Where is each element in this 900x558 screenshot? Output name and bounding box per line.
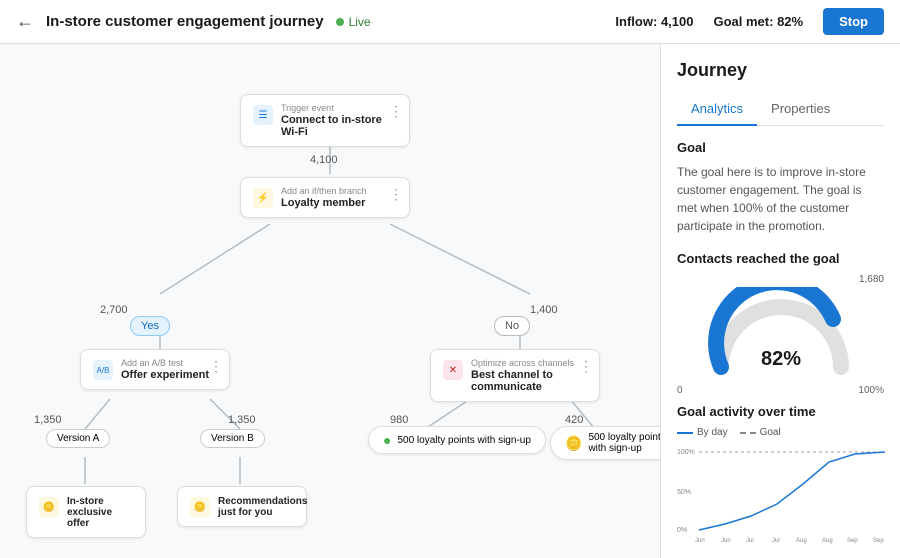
trigger-node[interactable]: ☰ Trigger event Connect to in-store Wi-F… xyxy=(240,94,410,147)
goal-line-icon xyxy=(740,432,756,434)
yes-badge: Yes xyxy=(130,316,170,336)
action-node-2[interactable]: 🪙 500 loyalty points with sign-up xyxy=(550,426,660,460)
optimize-content: Optimize across channels Best channel to… xyxy=(471,358,587,393)
goal-stat: Goal met: 82% xyxy=(713,14,803,29)
offer1-node[interactable]: 🪙 In-store exclusive offer xyxy=(26,486,146,538)
version-a-badge: Version A xyxy=(46,429,110,448)
by-day-line-icon xyxy=(677,432,693,434)
optimize-icon: ✕ xyxy=(443,360,463,380)
action1-label: 500 loyalty points with sign-up xyxy=(397,435,530,446)
optimize-node[interactable]: ✕ Optimize across channels Best channel … xyxy=(430,349,600,402)
activity-chart-svg: 100% 50% 0% Jun 15 Jun 30 Jul 15 Jul 30 xyxy=(677,444,885,544)
action1-count: 980 xyxy=(390,414,408,426)
svg-text:50%: 50% xyxy=(677,489,691,496)
ab-test-content: Add an A/B test Offer experiment xyxy=(121,358,209,381)
ab-test-node[interactable]: A/B Add an A/B test Offer experiment ⋮ xyxy=(80,349,230,390)
main-content: ☰ Trigger event Connect to in-store Wi-F… xyxy=(0,44,900,558)
version-b-badge: Version B xyxy=(200,429,265,448)
live-dot-icon xyxy=(336,18,344,26)
activity-chart-section: Goal activity over time By day Goal 100%… xyxy=(677,404,884,549)
branch-content: Add an if/then branch Loyalty member xyxy=(281,186,367,209)
action1-icon: ● xyxy=(383,432,391,448)
goal-text: The goal here is to improve in-store cus… xyxy=(677,163,884,235)
trigger-icon: ☰ xyxy=(253,105,273,125)
trigger-content: Trigger event Connect to in-store Wi-Fi xyxy=(281,103,397,138)
offer1-icon: 🪙 xyxy=(39,497,59,517)
branch-node[interactable]: ⚡ Add an if/then branch Loyalty member ⋮ xyxy=(240,177,410,218)
no-count: 1,400 xyxy=(530,304,558,316)
ab-test-icon: A/B xyxy=(93,360,113,380)
goal-title: Goal xyxy=(677,140,884,155)
legend-goal: Goal xyxy=(740,427,781,438)
live-badge: Live xyxy=(336,15,371,29)
gauge-side-labels: 0 100% xyxy=(677,385,884,396)
gauge-top-label: 1,680 xyxy=(677,274,884,285)
action2-label: 500 loyalty points with sign-up xyxy=(588,432,660,454)
svg-text:100%: 100% xyxy=(677,449,695,456)
journey-flow: ☰ Trigger event Connect to in-store Wi-F… xyxy=(20,64,660,558)
header: ← In-store customer engagement journey L… xyxy=(0,0,900,44)
yes-count: 2,700 xyxy=(100,304,128,316)
version-b-count: 1,350 xyxy=(228,414,256,426)
stop-button[interactable]: Stop xyxy=(823,8,884,35)
optimize-menu-icon[interactable]: ⋮ xyxy=(579,358,593,375)
action2-icon: 🪙 xyxy=(565,435,582,452)
contacts-title: Contacts reached the goal xyxy=(677,251,884,266)
offer2-icon: 🪙 xyxy=(190,497,210,517)
svg-text:82%: 82% xyxy=(760,348,800,370)
trigger-menu-icon[interactable]: ⋮ xyxy=(389,103,403,120)
sidebar-header: Journey Analytics Properties xyxy=(661,44,900,126)
trigger-count: 4,100 xyxy=(310,154,338,166)
activity-title: Goal activity over time xyxy=(677,404,884,419)
chart-legend: By day Goal xyxy=(677,427,884,438)
sidebar: Journey Analytics Properties Goal The go… xyxy=(660,44,900,558)
journey-canvas[interactable]: ☰ Trigger event Connect to in-store Wi-F… xyxy=(0,44,660,558)
header-left: ← In-store customer engagement journey L… xyxy=(16,11,371,32)
live-label: Live xyxy=(349,15,371,29)
header-right: Inflow: 4,100 Goal met: 82% Stop xyxy=(615,8,884,35)
ab-test-menu-icon[interactable]: ⋮ xyxy=(209,358,223,375)
version-a-count: 1,350 xyxy=(34,414,62,426)
no-badge: No xyxy=(494,316,530,336)
legend-by-day: By day xyxy=(677,427,728,438)
gauge-wrapper: 1,680 82% 0 100% xyxy=(677,274,884,396)
sidebar-title: Journey xyxy=(677,60,884,81)
back-button[interactable]: ← xyxy=(16,11,34,32)
tab-analytics[interactable]: Analytics xyxy=(677,93,757,126)
sidebar-panel: Goal The goal here is to improve in-stor… xyxy=(661,126,900,558)
offer2-node[interactable]: 🪙 Recommendations just for you xyxy=(177,486,307,527)
inflow-stat: Inflow: 4,100 xyxy=(615,14,693,29)
branch-menu-icon[interactable]: ⋮ xyxy=(389,186,403,203)
page-title: In-store customer engagement journey xyxy=(46,13,324,30)
branch-icon: ⚡ xyxy=(253,188,273,208)
tabs-container: Analytics Properties xyxy=(677,93,884,126)
action2-count: 420 xyxy=(565,414,583,426)
tab-properties[interactable]: Properties xyxy=(757,93,844,126)
action-node-1[interactable]: ● 500 loyalty points with sign-up xyxy=(368,426,546,454)
gauge-chart: 82% xyxy=(701,287,861,377)
svg-text:0%: 0% xyxy=(677,527,687,534)
